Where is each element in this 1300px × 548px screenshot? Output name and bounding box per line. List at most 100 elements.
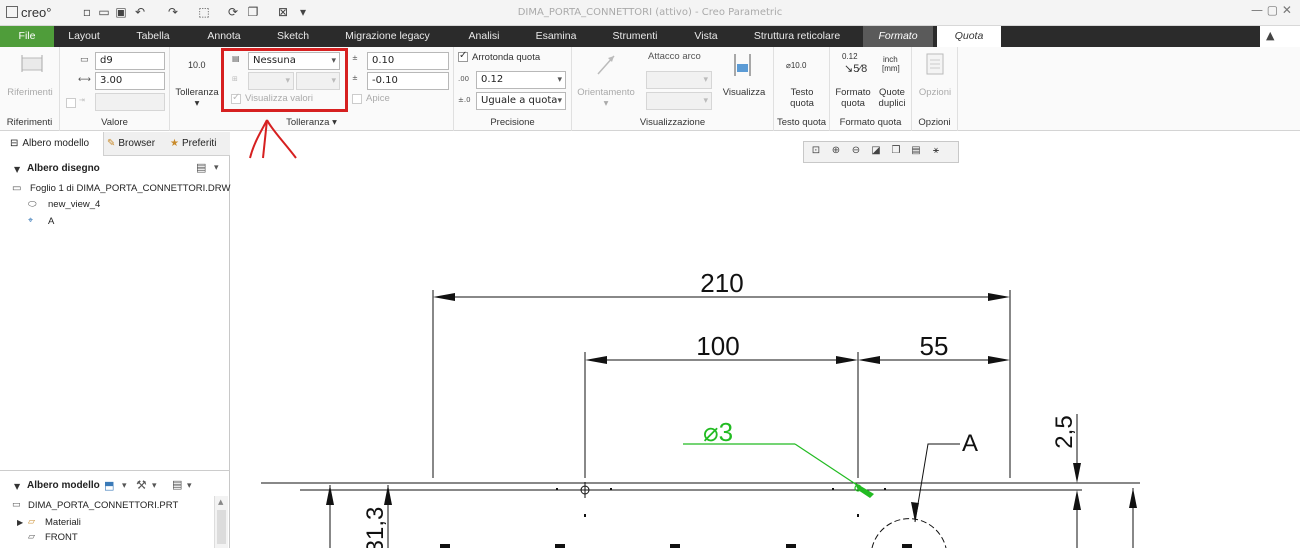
group-label-visualizzazione: Visualizzazione [639,117,706,128]
tab-strumenti[interactable]: Strumenti [589,26,681,47]
show-dropdown-icon[interactable]: ▾ [122,481,127,491]
riferimenti-button[interactable]: Riferimenti [0,87,60,98]
tab-esamina[interactable]: Esamina [523,26,589,47]
window-controls[interactable]: — ▢ ✕ [1251,3,1292,17]
expand-materials-icon[interactable]: ▶ [17,518,23,527]
collapse-ribbon-icon[interactable]: ▲ [1266,29,1274,42]
group-visualizzazione: Orientamento▾ Attacco arco Visualizza Vi… [572,47,774,131]
tolerance-highlight-box [221,48,348,112]
drawing-sheet[interactable]: 210 100 55 2,5 31,3 ⌀3 A [231,132,1300,548]
tree-item-sheet[interactable]: Foglio 1 di DIMA_PORTA_CONNETTORI.DRW [30,183,230,194]
orientamento-button[interactable]: Orientamento ▾ [572,87,640,109]
group-label-opzioni: Opzioni [918,117,951,128]
dimension-2-5[interactable]: 2,5 [1051,415,1078,448]
ribbon-controls[interactable]: ▲ [1260,26,1300,47]
decimal-places-select[interactable]: 0.12 [476,71,566,89]
group-opzioni: Opzioni Opzioni [912,47,958,131]
tree-settings-2-dropdown-icon[interactable]: ▾ [187,481,192,491]
tab-sketch[interactable]: Sketch [256,26,330,47]
window-title: DIMA_PORTA_CONNETTORI (attivo) - Creo Pa… [517,7,783,18]
dimension-100[interactable]: 100 [696,331,739,361]
collapse-drawing-tree-icon[interactable]: ▼ [14,165,20,174]
quote-duplici-button[interactable]: Quote duplici [872,87,912,109]
navigator-tabs: ⊟ Albero modello ✎ Browser ★ Preferiti [0,132,230,156]
tab-struttura-reticolare[interactable]: Struttura reticolare [731,26,863,47]
drawing-canvas[interactable]: 210 100 55 2,5 31,3 ⌀3 A ⊡ ⊕ ⊖ ◪ ❒ ▤ ⚹ [231,132,1300,548]
tab-formato[interactable]: Formato [863,26,933,47]
dual-unit-bottom-text: [mm] [882,64,900,73]
tree-item-view[interactable]: new_view_4 [48,199,100,210]
tab-analisi[interactable]: Analisi [445,26,523,47]
tab-file[interactable]: File [0,26,54,47]
diameter-dimension-selected[interactable]: ⌀3 [703,417,733,447]
tab-tabella[interactable]: Tabella [114,26,192,47]
model-tree-header: Albero modello [27,480,100,491]
panel-divider[interactable] [0,470,230,471]
display-style-icon[interactable]: ❒ [888,145,904,159]
tab-quota[interactable]: Quota [937,26,1001,47]
tab-browser[interactable]: ✎ Browser [107,132,163,156]
tree-settings-2-icon[interactable]: ▤ [172,478,182,491]
tab-migrazione-legacy[interactable]: Migrazione legacy [330,26,445,47]
references-icon [21,55,43,72]
tree-item-front[interactable]: FRONT [45,532,78,543]
materials-icon: ▱ [28,517,35,527]
dimension-210[interactable]: 210 [700,268,743,298]
options-icon [926,53,944,75]
datum-plane-icon: ▱ [28,532,35,542]
zoom-out-icon[interactable]: ⊖ [848,145,864,159]
tab-vista[interactable]: Vista [681,26,731,47]
section-label-a[interactable]: A [962,430,978,457]
formato-quota-button[interactable]: Formato quota [832,87,874,109]
tolerance-precision-icon: ±.0 [458,96,471,104]
dimension-text-icon: ⌀10.0 [786,61,807,70]
tree-item-part[interactable]: DIMA_PORTA_CONNETTORI.PRT [28,500,178,511]
annotation-display-icon[interactable]: ⚹ [928,145,944,159]
opzioni-button[interactable]: Opzioni [912,87,958,98]
group-riferimenti: Riferimenti Riferimenti [0,47,60,131]
dimension-value-field[interactable]: 3.00 [95,72,165,90]
override-value-field[interactable] [95,93,165,111]
group-label-precisione: Precisione [490,117,535,128]
tree-item-materials[interactable]: Materiali [45,517,81,528]
lower-tolerance-field[interactable]: -0.10 [367,72,449,90]
tolerance-precision-select[interactable]: Uguale a quota [476,92,566,110]
zoom-in-icon[interactable]: ⊕ [828,145,844,159]
drawing-tree-header: Albero disegno [27,163,100,174]
tree-settings-dropdown-icon[interactable]: ▾ [214,163,219,173]
repaint-icon[interactable]: ◪ [868,145,884,159]
tab-albero-modello[interactable]: ⊟ Albero modello [0,132,104,156]
testo-quota-button[interactable]: Testo quota [774,87,830,109]
scrollbar-thumb[interactable] [217,510,226,544]
tree-settings-icon[interactable]: ▤ [196,161,206,174]
tolerance-display-value: 10.0 [188,60,206,70]
tree-tools-dropdown-icon[interactable]: ▾ [152,481,157,491]
dimension-31-3[interactable]: 31,3 [362,507,389,548]
sheet-icon: ▭ [12,183,22,194]
favorites-icon: ★ [170,138,179,149]
group-label-testo-quota: Testo quota [776,117,827,128]
dimension-55[interactable]: 55 [920,331,949,361]
round-dimension-checkbox[interactable] [458,50,468,62]
arc-attach-select[interactable] [646,71,712,89]
tab-layout[interactable]: Layout [54,26,114,47]
tree-item-section[interactable]: A [48,216,54,227]
model-tree-icon: ⊟ [10,138,19,149]
dimension-name-field[interactable]: d9 [95,52,165,70]
model-tree-scrollbar[interactable]: ▲ [214,496,228,548]
tab-annota[interactable]: Annota [192,26,256,47]
refit-icon[interactable]: ⊡ [808,145,824,159]
apice-checkbox[interactable] [352,94,362,104]
arc-attach-side-select[interactable] [646,92,712,110]
override-checkbox[interactable] [66,98,76,108]
tab-preferiti[interactable]: ★ Preferiti [170,132,230,156]
tree-tools-icon[interactable]: ⚒ [136,478,147,492]
scroll-up-icon[interactable]: ▲ [218,498,223,506]
visualizza-button[interactable]: Visualizza [716,87,772,98]
collapse-model-tree-icon[interactable]: ▼ [14,482,20,491]
sheet-display-icon[interactable]: ▤ [908,145,924,159]
group-label-tolleranza[interactable]: Tolleranza ▾ [170,117,453,128]
show-icon[interactable]: ⬒ [104,479,114,492]
tolleranza-button[interactable]: Tolleranza ▾ [172,87,222,109]
upper-tolerance-field[interactable]: 0.10 [367,52,449,70]
